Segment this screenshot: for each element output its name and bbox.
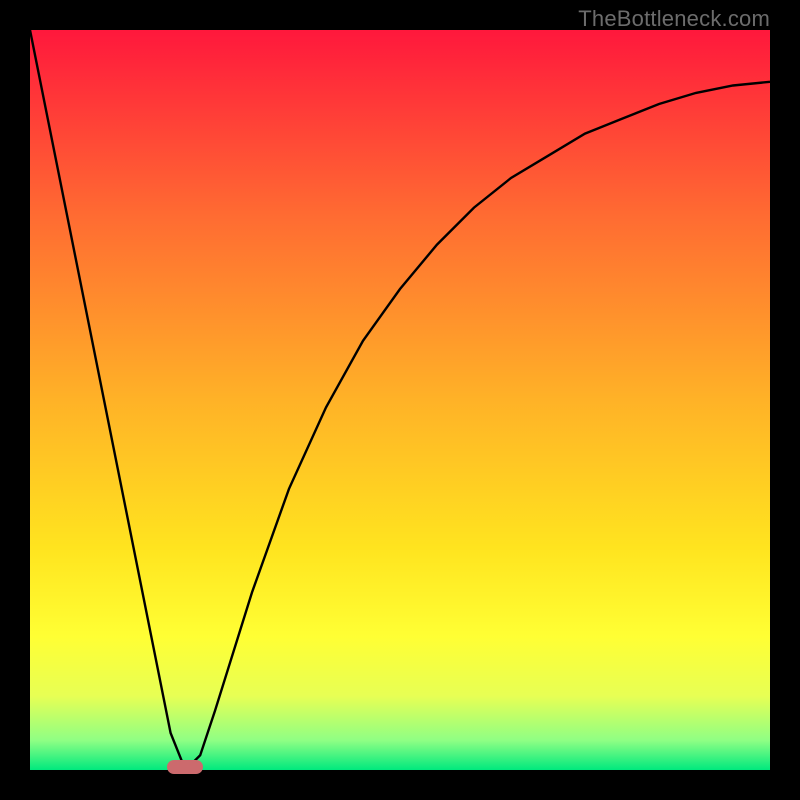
chart-plot-area [30,30,770,770]
watermark-text: TheBottleneck.com [578,6,770,32]
optimal-marker [167,760,203,774]
bottleneck-curve [30,30,770,770]
